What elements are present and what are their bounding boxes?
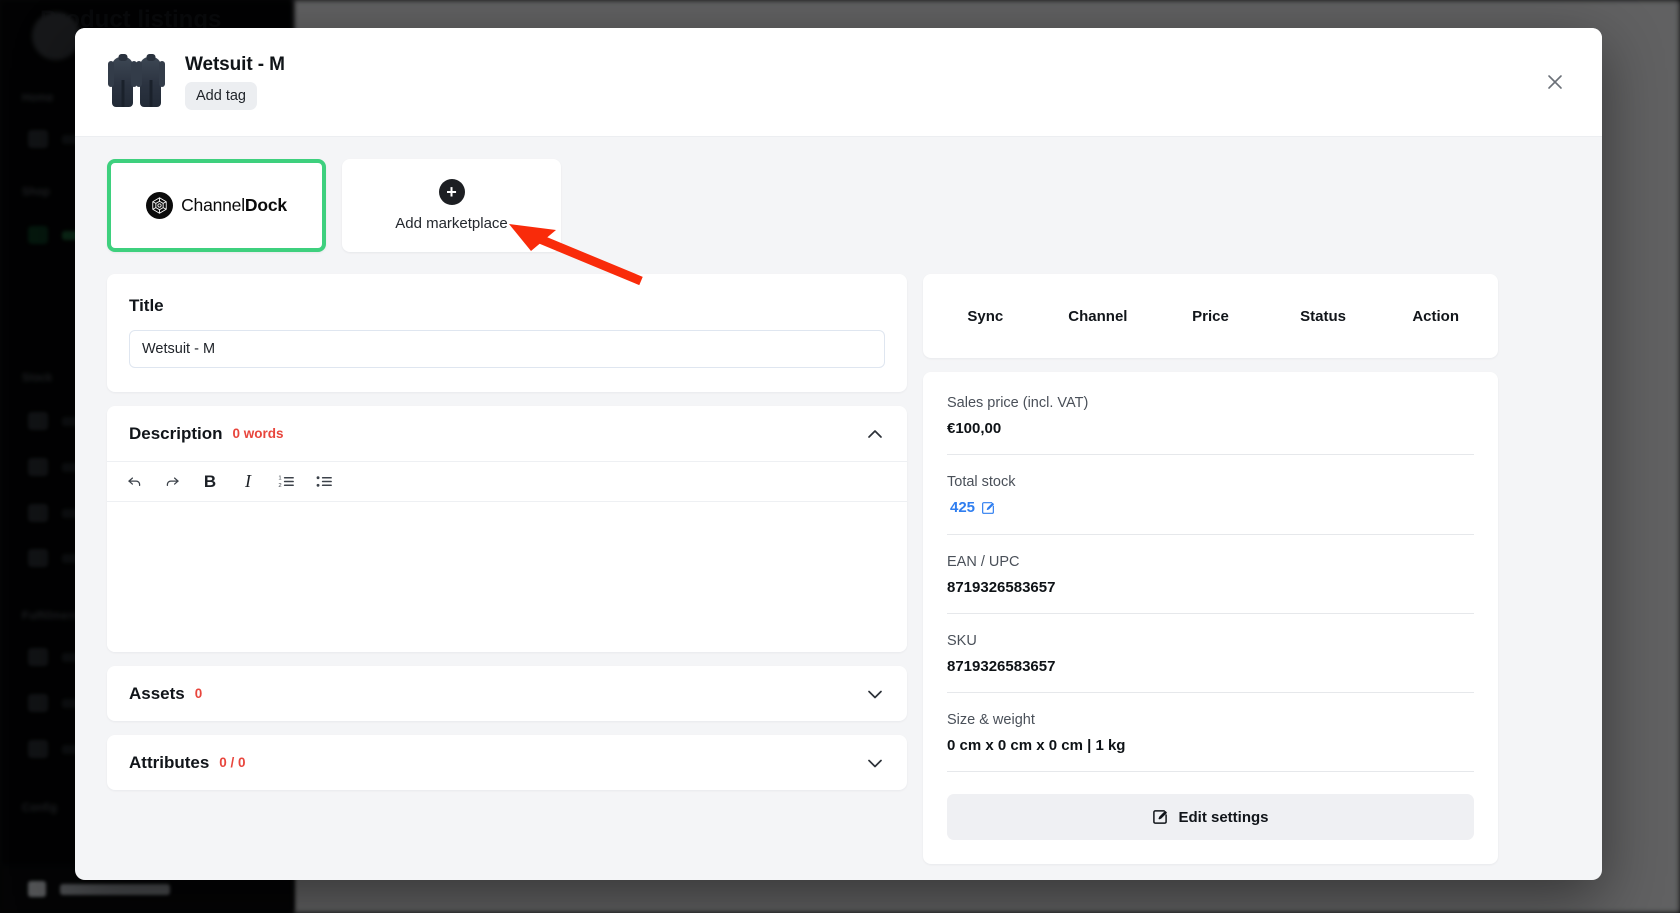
detail-value-sku: 8719326583657 <box>947 658 1056 675</box>
edit-settings-button[interactable]: Edit settings <box>947 794 1474 840</box>
channeldock-logo-text-suffix: Dock <box>244 195 287 215</box>
undo-icon[interactable] <box>119 468 149 496</box>
detail-label-total-stock: Total stock <box>947 474 1016 490</box>
modal-header: Wetsuit - M Add tag <box>75 28 1602 137</box>
modal-body: ChannelDock + Add marketplace Title Wets… <box>75 137 1602 878</box>
detail-row-sku: SKU 8719326583657 <box>947 614 1474 693</box>
attributes-count: 0 / 0 <box>219 755 246 770</box>
detail-value-ean-upc: 8719326583657 <box>947 579 1056 596</box>
plus-circle-icon: + <box>438 179 465 205</box>
description-editor-toolbar: B I 1 2 <box>107 461 907 502</box>
description-editor-area[interactable] <box>107 502 907 652</box>
detail-row-total-stock: Total stock 425 <box>947 455 1474 535</box>
attributes-card: Attributes 0 / 0 <box>107 735 907 790</box>
bold-icon[interactable]: B <box>195 468 225 496</box>
description-section-header[interactable]: Description 0 words <box>107 406 907 461</box>
italic-icon[interactable]: I <box>233 468 263 496</box>
modal-header-text: Wetsuit - M Add tag <box>185 54 285 110</box>
chevron-down-icon[interactable] <box>865 753 885 773</box>
channel-table-header-row: Sync Channel Price Status Action <box>923 274 1498 358</box>
attributes-section-header[interactable]: Attributes 0 / 0 <box>107 735 907 790</box>
detail-row-sales-price: Sales price (incl. VAT) €100,00 <box>947 376 1474 455</box>
channeldock-logo-text-prefix: Channel <box>181 195 245 215</box>
add-marketplace-button[interactable]: + Add marketplace <box>342 159 561 252</box>
chevron-up-icon[interactable] <box>865 424 885 444</box>
svg-text:2: 2 <box>278 483 281 489</box>
product-details-card: Sales price (incl. VAT) €100,00 Total st… <box>923 372 1498 864</box>
channel-col-sync: Sync <box>967 307 1004 325</box>
assets-count: 0 <box>194 686 203 701</box>
detail-label-size-weight: Size & weight <box>947 712 1035 728</box>
detail-value-size-weight: 0 cm x 0 cm x 0 cm | 1 kg <box>947 737 1126 754</box>
detail-value-sales-price: €100,00 <box>947 420 1002 437</box>
detail-label-sku: SKU <box>947 633 977 649</box>
edit-pencil-icon[interactable] <box>981 501 995 515</box>
attributes-label: Attributes <box>129 752 210 772</box>
channeldock-logo: ChannelDock <box>146 192 287 219</box>
total-stock-edit-link[interactable]: 425 <box>947 499 995 516</box>
product-detail-modal: Wetsuit - M Add tag ChannelDock + Add ma… <box>75 28 1602 880</box>
add-tag-button[interactable]: Add tag <box>185 82 257 110</box>
detail-label-ean-upc: EAN / UPC <box>947 554 1020 570</box>
description-word-count: 0 words <box>232 426 284 441</box>
chevron-down-icon[interactable] <box>865 684 885 704</box>
detail-row-size-weight: Size & weight 0 cm x 0 cm x 0 cm | 1 kg <box>947 693 1474 772</box>
close-icon[interactable] <box>1540 67 1570 97</box>
modal-columns: Title Description 0 words <box>107 274 1570 878</box>
wetsuit-image-left <box>108 57 137 107</box>
title-input[interactable] <box>129 330 885 368</box>
detail-value-total-stock: 425 <box>950 499 976 516</box>
right-column: Sync Channel Price Status Action Sales p… <box>923 274 1498 878</box>
marketplace-tab-channeldock[interactable]: ChannelDock <box>107 159 326 252</box>
page-title: Wetsuit - M <box>185 54 285 75</box>
left-column: Title Description 0 words <box>107 274 907 804</box>
bullet-list-icon[interactable] <box>309 468 339 496</box>
detail-row-ean-upc: EAN / UPC 8719326583657 <box>947 535 1474 614</box>
product-thumbnail <box>107 51 169 113</box>
title-field-label: Title <box>129 296 164 315</box>
detail-label-sales-price: Sales price (incl. VAT) <box>947 395 1089 411</box>
add-marketplace-label: Add marketplace <box>395 215 508 232</box>
assets-label: Assets <box>129 683 185 703</box>
assets-card: Assets 0 <box>107 666 907 721</box>
title-card: Title <box>107 274 907 392</box>
ordered-list-icon[interactable]: 1 2 <box>271 468 301 496</box>
wetsuit-image-right <box>136 57 165 107</box>
channel-col-status: Status <box>1300 307 1346 325</box>
edit-pencil-icon <box>1152 809 1168 825</box>
description-label: Description <box>129 423 223 443</box>
svg-text:1: 1 <box>278 476 281 482</box>
assets-section-header[interactable]: Assets 0 <box>107 666 907 721</box>
channel-col-action: Action <box>1412 307 1459 325</box>
channeldock-logo-icon <box>146 192 174 219</box>
edit-settings-label: Edit settings <box>1178 808 1269 826</box>
channeldock-logo-text: ChannelDock <box>181 195 287 216</box>
channel-col-price: Price <box>1192 307 1229 325</box>
marketplace-tab-strip: ChannelDock + Add marketplace <box>107 159 1570 252</box>
description-card: Description 0 words B I 1 2 <box>107 406 907 652</box>
channel-table-card: Sync Channel Price Status Action <box>923 274 1498 358</box>
channel-col-channel: Channel <box>1068 307 1128 325</box>
redo-icon[interactable] <box>157 468 187 496</box>
